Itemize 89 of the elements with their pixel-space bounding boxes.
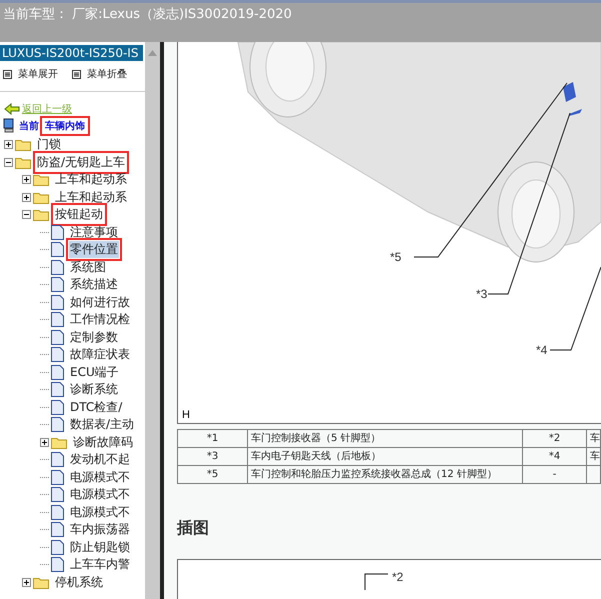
expand-icon[interactable]: [40, 438, 49, 447]
document-icon: [51, 452, 64, 468]
document-icon: [51, 277, 64, 292]
tree-item[interactable]: 系统描述: [69, 276, 119, 294]
figure-label: H: [182, 409, 190, 421]
table-cell: -: [522, 466, 586, 484]
tree-item[interactable]: 诊断故障码: [72, 434, 134, 451]
tree-item[interactable]: 防盗/无钥匙上车: [36, 154, 126, 171]
document-icon: [51, 294, 64, 310]
menu-toggle-button[interactable]: 菜单折叠: [72, 67, 127, 81]
table-cell: 车内电子钥匙天线（后地板）: [248, 448, 522, 466]
callout-label: *4: [536, 343, 548, 357]
collapse-icon[interactable]: [22, 210, 31, 220]
document-icon: [51, 487, 64, 502]
window-title: 当前车型： 厂家:Lexus（凌志)IS3002019-2020: [2, 6, 292, 23]
section-heading: 插图: [177, 518, 210, 539]
callout-label: *2: [392, 570, 404, 584]
document-icon: [51, 417, 64, 432]
tree-item[interactable]: 门锁: [36, 136, 62, 154]
folder-icon: [33, 208, 49, 222]
folder-icon: [33, 173, 49, 186]
table-cell: 车门控制接收器（5 针脚型）: [248, 430, 522, 448]
tree-item[interactable]: 停机系统: [54, 574, 104, 591]
collapse-icon[interactable]: [4, 158, 13, 167]
leader-line: [364, 574, 388, 590]
table-cell: 车: [586, 448, 600, 466]
document-icon: [51, 347, 64, 362]
tree-item[interactable]: 上车车内警: [69, 556, 131, 574]
current-category: 车辆内饰: [43, 118, 87, 132]
tree-item[interactable]: 如何进行故: [69, 294, 131, 311]
list-icon: [72, 70, 81, 78]
callout-label: *3: [476, 287, 488, 301]
expand-icon[interactable]: [4, 140, 13, 150]
table-cell: *4: [522, 448, 586, 466]
expand-icon[interactable]: [22, 192, 31, 202]
tree-item[interactable]: 工作情况检: [69, 311, 131, 328]
tree-item[interactable]: 电源模式不: [69, 504, 131, 521]
tree-item[interactable]: 电源模式不: [69, 486, 131, 504]
tree-item[interactable]: 诊断系统: [69, 381, 119, 398]
document-icon: [51, 400, 64, 415]
tree-item[interactable]: 电源模式不: [69, 468, 131, 486]
document-icon: [51, 330, 64, 345]
tree-item[interactable]: 数据表/主动: [69, 416, 136, 434]
table-cell: *1: [178, 430, 248, 448]
tree-item[interactable]: 防止钥匙锁: [69, 538, 131, 556]
tree-item[interactable]: 系统图: [69, 258, 107, 276]
tree-item[interactable]: ECU端子: [69, 364, 120, 381]
document-icon: [51, 382, 64, 398]
tree-item[interactable]: 车内振荡器: [69, 521, 131, 538]
current-label: 当前: [19, 120, 39, 132]
folder-icon: [33, 576, 49, 589]
table-cell: *3: [178, 448, 248, 466]
document-icon: [51, 242, 64, 258]
tree-item[interactable]: DTC检查/: [69, 398, 124, 416]
document-icon: [51, 540, 64, 555]
document-icon: [51, 312, 64, 328]
table-cell: *2: [522, 430, 586, 448]
document-icon: [51, 470, 64, 485]
document-icon: [51, 260, 64, 275]
document-icon: [51, 522, 64, 538]
table-cell: 车门控制和轮胎压力监控系统接收器总成（12 针脚型）: [248, 466, 522, 484]
scrollbar[interactable]: [145, 42, 160, 599]
folder-icon: [15, 138, 31, 152]
tree-item[interactable]: 按钮起动: [54, 206, 104, 224]
tree-item[interactable]: 定制参数: [69, 328, 119, 346]
tree-item[interactable]: 零件位置: [69, 241, 119, 258]
document-icon: [51, 504, 64, 520]
tree-item[interactable]: 故障症状表: [69, 346, 131, 364]
folder-icon: [15, 156, 31, 169]
tree-item[interactable]: 发动机不起: [69, 451, 131, 468]
folder-icon: [51, 436, 67, 449]
sidebar-header: LUXUS-IS200t-IS250-IS: [0, 45, 143, 61]
document-icon: [51, 224, 64, 240]
computer-icon: [3, 118, 15, 133]
menu-toggle-button[interactable]: 菜单展开: [3, 67, 58, 81]
table-cell: *5: [178, 466, 248, 484]
document-icon: [51, 557, 64, 572]
tree-item[interactable]: 注意事项: [69, 224, 119, 241]
left-arrow-icon: [4, 102, 20, 114]
expand-icon[interactable]: [22, 578, 31, 587]
expand-icon[interactable]: [22, 175, 31, 184]
folder-icon: [33, 190, 49, 204]
callout-label: *5: [390, 250, 402, 264]
table-cell: [586, 466, 600, 484]
table-cell: 车: [586, 430, 600, 448]
document-icon: [51, 364, 64, 380]
tree-item[interactable]: 上车和起动系: [54, 188, 128, 206]
tree-item[interactable]: 上车和起动系: [54, 171, 128, 188]
list-icon: [3, 70, 12, 78]
